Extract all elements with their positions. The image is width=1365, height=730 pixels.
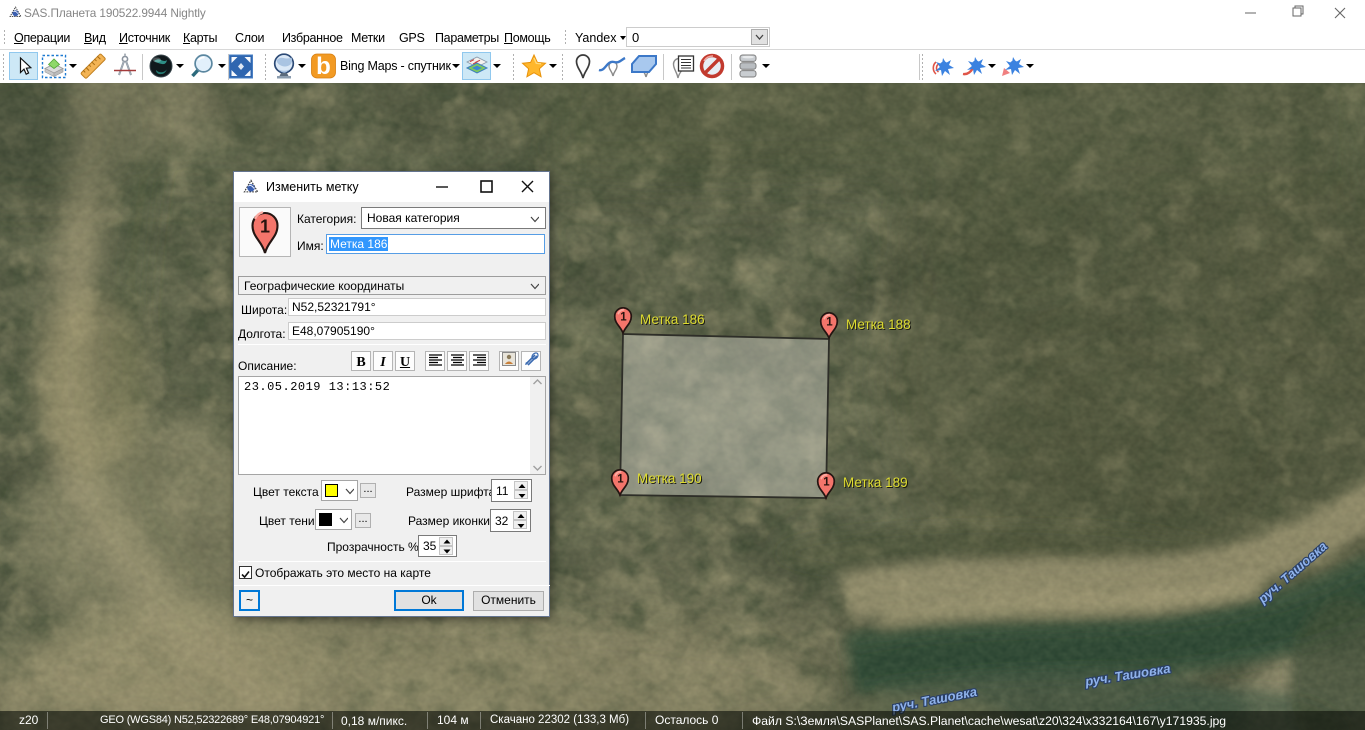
svg-text:Метка 188: Метка 188 <box>846 317 911 332</box>
svg-text:Метка 189: Метка 189 <box>843 475 908 490</box>
svg-text:Метка 190: Метка 190 <box>637 471 702 486</box>
svg-text:1: 1 <box>260 217 270 237</box>
svg-text:b: b <box>316 53 331 80</box>
svg-text:Метка 186: Метка 186 <box>640 312 705 327</box>
